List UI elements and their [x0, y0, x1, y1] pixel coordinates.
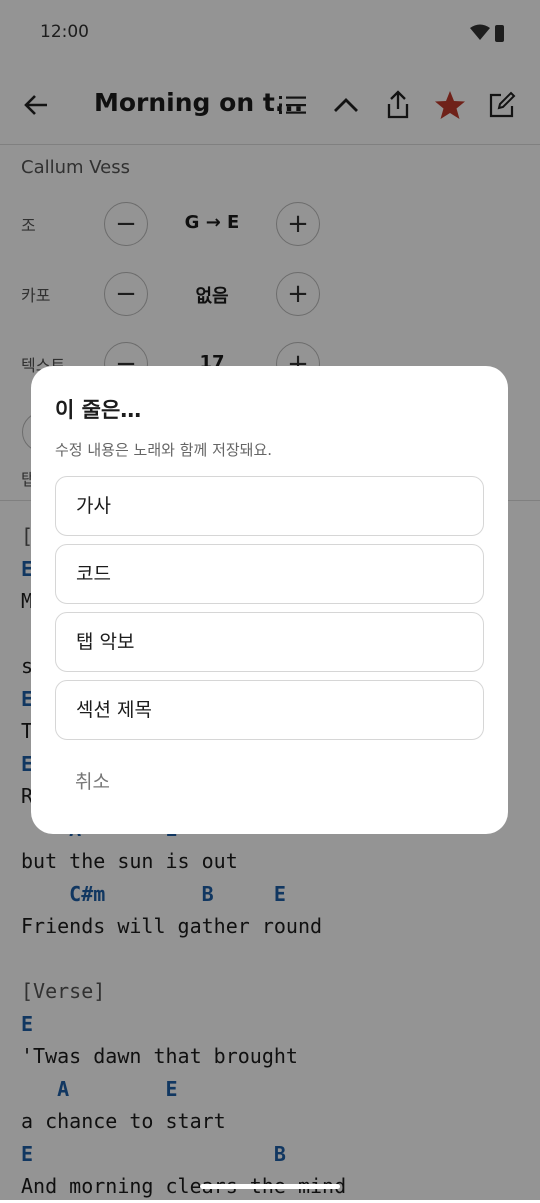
- option-lyrics-button[interactable]: 가사: [55, 476, 484, 536]
- option-chords-button[interactable]: 코드: [55, 544, 484, 604]
- cancel-button[interactable]: 취소: [75, 767, 110, 794]
- dialog-title: 이 줄은…: [55, 398, 142, 422]
- option-tab-button[interactable]: 탭 악보: [55, 612, 484, 672]
- line-type-dialog: 이 줄은… 수정 내용은 노래와 함께 저장돼요. 가사 코드 탭 악보 섹션 …: [31, 366, 508, 834]
- home-indicator[interactable]: [200, 1184, 340, 1189]
- dialog-subtitle: 수정 내용은 노래와 함께 저장돼요.: [55, 441, 273, 459]
- option-section-title-button[interactable]: 섹션 제목: [55, 680, 484, 740]
